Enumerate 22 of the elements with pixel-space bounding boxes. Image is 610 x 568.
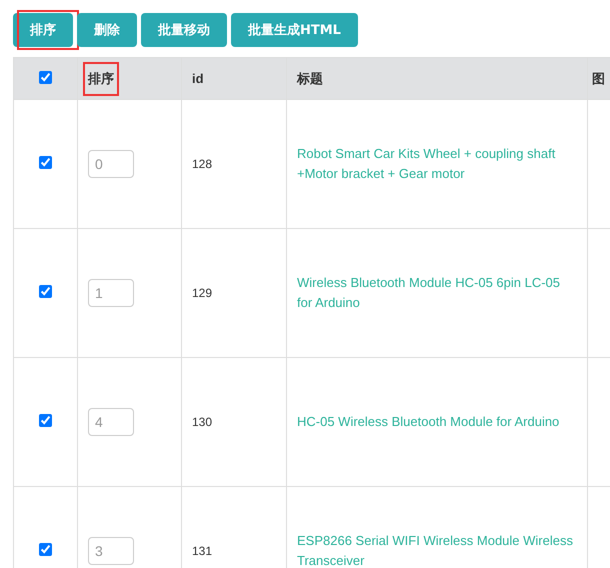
row-checkbox[interactable] xyxy=(39,543,52,556)
order-field[interactable]: 3 xyxy=(88,537,134,565)
column-header: 图 xyxy=(592,70,605,88)
id-text: 131 xyxy=(192,544,212,558)
row-checkbox[interactable] xyxy=(39,285,52,298)
toolbar-button[interactable]: 排序 xyxy=(13,13,73,47)
id-text: 129 xyxy=(192,286,212,300)
column-header: 标题 xyxy=(297,70,323,88)
column-header: id xyxy=(192,71,204,86)
row-checkbox[interactable] xyxy=(39,156,52,169)
order-field[interactable]: 1 xyxy=(88,279,134,307)
id-text: 128 xyxy=(192,157,212,171)
order-field[interactable]: 0 xyxy=(88,150,134,178)
column-header: 排序 xyxy=(88,70,114,88)
order-field[interactable]: 4 xyxy=(88,408,134,436)
title-link[interactable]: HC-05 Wireless Bluetooth Module for Arduino xyxy=(297,412,577,432)
toolbar-button[interactable]: 批量生成HTML xyxy=(231,13,358,47)
select-all-checkbox[interactable] xyxy=(39,70,52,84)
toolbar-button[interactable]: 删除 xyxy=(77,13,137,47)
toolbar-button[interactable]: 批量移动 xyxy=(141,13,227,47)
id-text: 130 xyxy=(192,415,212,429)
row-checkbox[interactable] xyxy=(39,414,52,427)
